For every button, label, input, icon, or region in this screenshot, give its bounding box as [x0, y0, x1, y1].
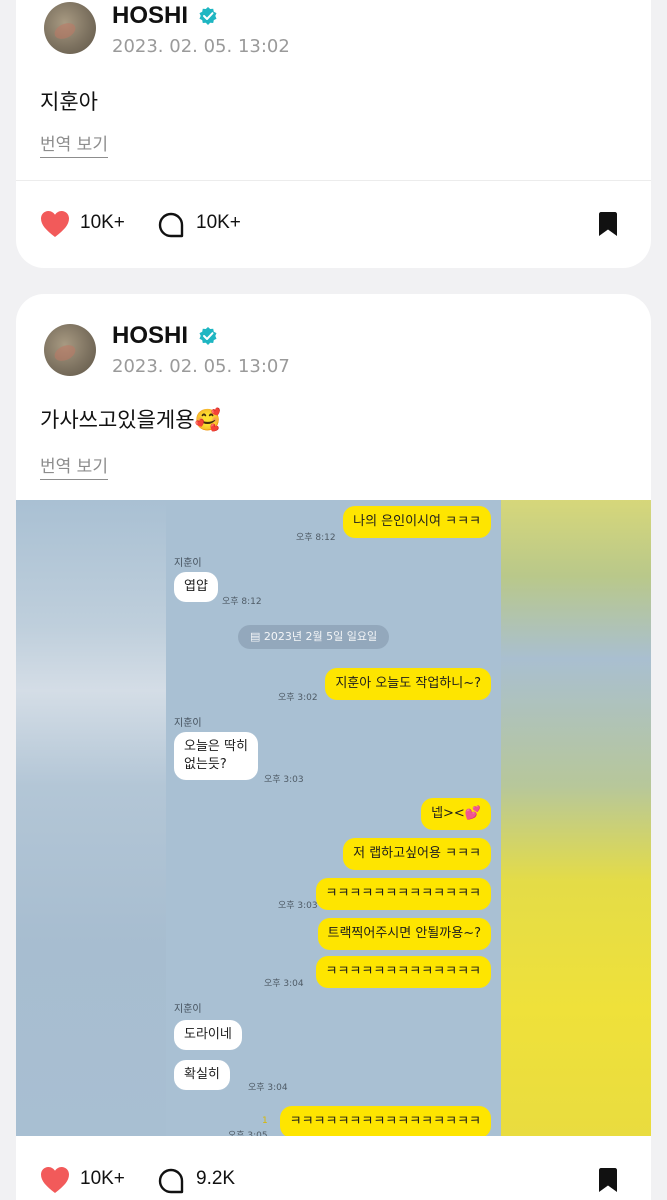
- post-timestamp: 2023. 02. 05. 13:07: [112, 356, 290, 377]
- chat-bubble-sent: 트랙찍어주시면 안될까용~?: [317, 918, 491, 950]
- sender-name: 지훈이: [174, 718, 202, 729]
- chat-bubble-sent: ㅋㅋㅋㅋㅋㅋㅋㅋㅋㅋㅋㅋㅋ: [315, 956, 491, 988]
- post-text: 가사쓰고있을게용🥰: [40, 408, 221, 432]
- chat-bubble-sent: 나의 은인이시여 ㅋㅋㅋ: [343, 506, 491, 538]
- comment-count: 10K+: [196, 212, 241, 233]
- message-time: 오후 3:05: [228, 1131, 268, 1136]
- chat-bubble-sent: 저 랩하고싶어용 ㅋㅋㅋ: [343, 838, 491, 870]
- message-time: 오후 3:03: [278, 901, 318, 911]
- heart-icon[interactable]: [40, 1166, 70, 1194]
- message-line: 오늘은 딱히: [184, 739, 248, 754]
- translate-link[interactable]: 번역 보기: [40, 452, 108, 480]
- avatar[interactable]: [44, 2, 96, 54]
- message-time: 오후 3:04: [264, 979, 304, 989]
- verified-badge-icon: [199, 7, 217, 25]
- comment-count: 9.2K: [196, 1168, 236, 1189]
- chat-bubble-received: 확실히: [174, 1060, 230, 1090]
- message-time: 오후 8:12: [222, 597, 262, 607]
- unread-count: 1: [262, 1116, 268, 1126]
- post-text: 지훈아: [40, 90, 98, 114]
- author-name[interactable]: HOSHI: [112, 2, 188, 30]
- date-divider-label: 2023년 2월 5일 일요일: [263, 630, 378, 643]
- chat-bubble-received: 엽얍: [174, 572, 218, 602]
- sender-name: 지훈이: [174, 558, 202, 569]
- like-count: 10K+: [80, 1168, 125, 1189]
- image-blur-right: [501, 500, 651, 1136]
- chat-bubble-received: 도라이네: [174, 1020, 242, 1050]
- message-time: 오후 3:02: [278, 693, 318, 703]
- message-line: 없는듯?: [184, 757, 227, 772]
- divider: [16, 180, 651, 181]
- message-time: 오후 3:04: [248, 1083, 288, 1093]
- verified-badge-icon: [199, 327, 217, 345]
- chat-bubble-sent: 지훈아 오늘도 작업하니~?: [325, 668, 491, 700]
- chat-bubble-sent: ㅋㅋㅋㅋㅋㅋㅋㅋㅋㅋㅋㅋㅋㅋㅋㅋ: [279, 1106, 491, 1136]
- chat-bubble-sent: 넵><💕: [421, 798, 491, 830]
- message-time: 오후 8:12: [296, 533, 336, 543]
- calendar-icon: ▤: [250, 630, 264, 643]
- chat-bubble-sent: ㅋㅋㅋㅋㅋㅋㅋㅋㅋㅋㅋㅋㅋ: [315, 878, 491, 910]
- author-name[interactable]: HOSHI: [112, 322, 188, 350]
- chat-bubble-received: 오늘은 딱히 없는듯?: [174, 732, 258, 780]
- bookmark-icon[interactable]: [597, 211, 619, 237]
- post-actions: 10K+ 10K+: [40, 204, 625, 244]
- bookmark-icon[interactable]: [597, 1167, 619, 1193]
- avatar[interactable]: [44, 324, 96, 376]
- message-time: 오후 3:03: [264, 775, 304, 785]
- date-divider: ▤ 2023년 2월 5일 일요일: [238, 625, 390, 649]
- post-timestamp: 2023. 02. 05. 13:02: [112, 36, 290, 57]
- chat-screenshot: 오후 8:12 나의 은인이시여 ㅋㅋㅋ 지훈이 엽얍 오후 8:12 ▤ 20…: [166, 500, 501, 1136]
- comment-icon[interactable]: [158, 1168, 184, 1194]
- image-blur-left: [16, 500, 166, 1136]
- comment-icon[interactable]: [158, 212, 184, 238]
- post-actions: 10K+ 9.2K: [40, 1160, 625, 1200]
- translate-link[interactable]: 번역 보기: [40, 130, 108, 158]
- heart-icon[interactable]: [40, 210, 70, 238]
- sender-name: 지훈이: [174, 1004, 202, 1015]
- post-card: HOSHI 2023. 02. 05. 13:07 가사쓰고있을게용🥰 번역 보…: [16, 294, 651, 1200]
- post-image[interactable]: 오후 8:12 나의 은인이시여 ㅋㅋㅋ 지훈이 엽얍 오후 8:12 ▤ 20…: [16, 500, 651, 1136]
- like-count: 10K+: [80, 212, 125, 233]
- post-card: HOSHI 2023. 02. 05. 13:02 지훈아 번역 보기 10K+…: [16, 0, 651, 268]
